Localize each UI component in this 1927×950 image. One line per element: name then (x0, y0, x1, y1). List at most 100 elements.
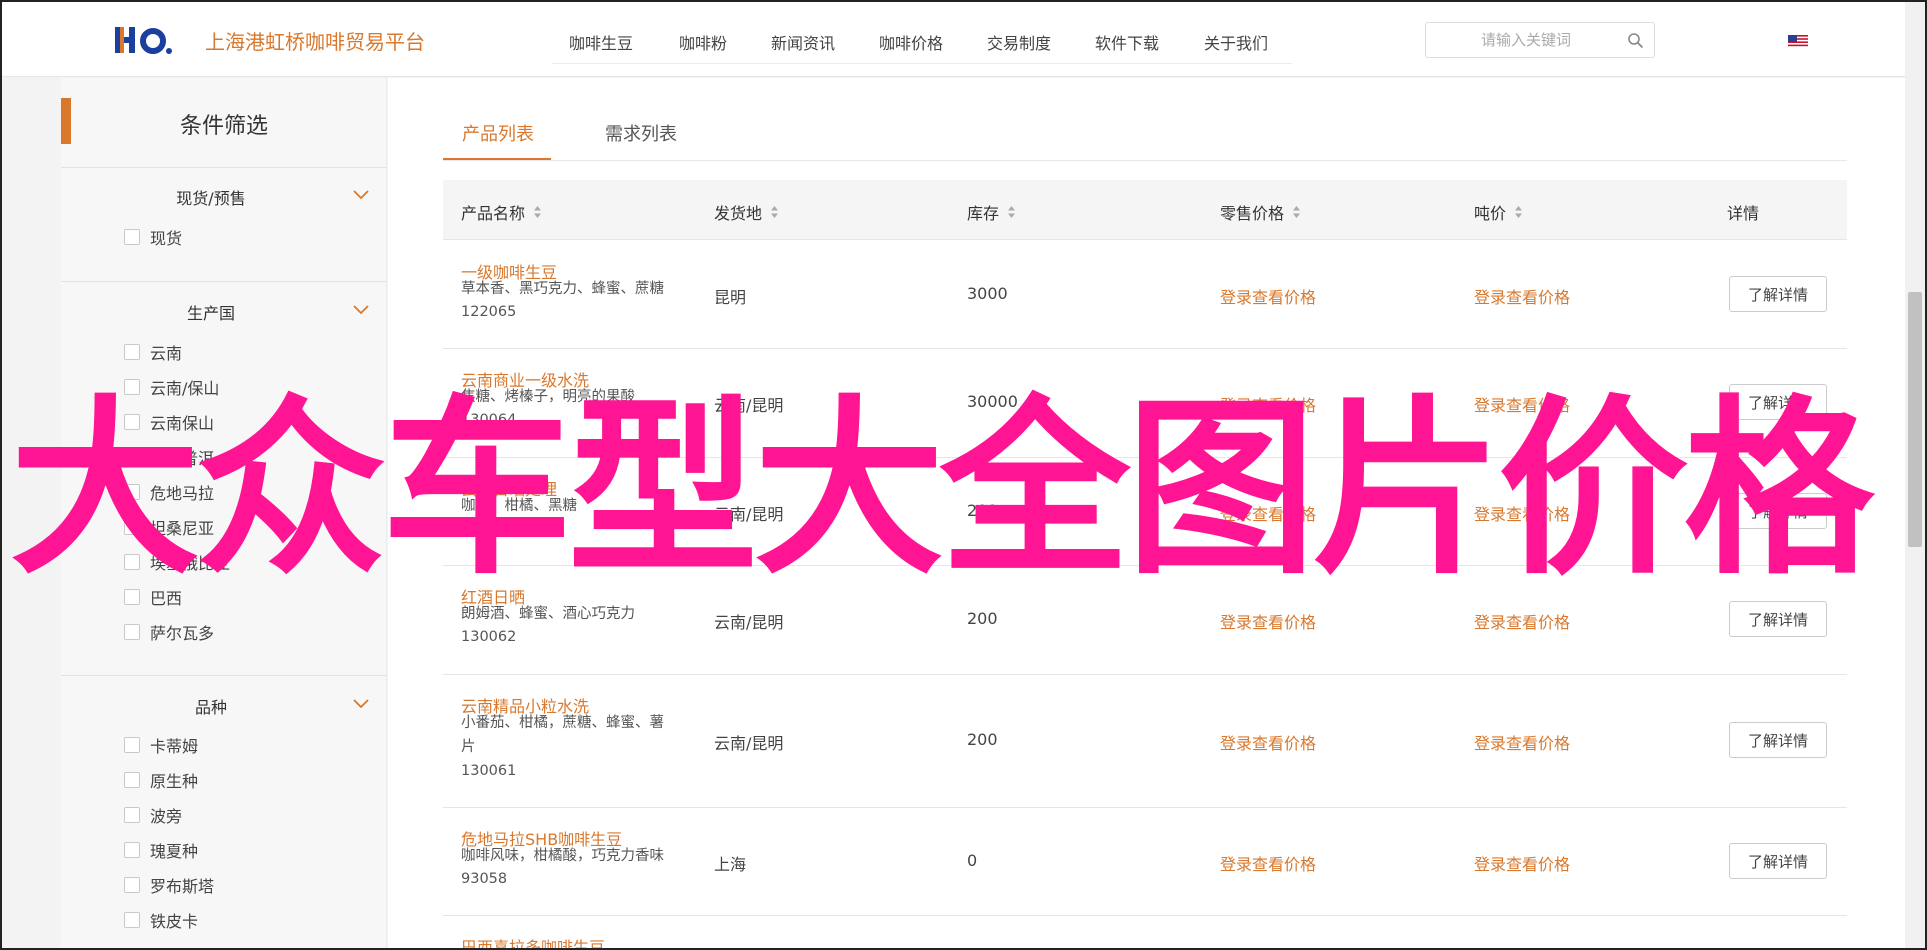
filter-item[interactable]: 萨尔瓦多 (124, 621, 214, 643)
filter-item[interactable]: 瑰夏种 (124, 839, 198, 861)
checkbox[interactable] (124, 807, 140, 823)
details-button[interactable]: 了解详情 (1729, 601, 1827, 637)
table-row: 危地马拉SHB咖啡生豆 咖啡风味，柑橘酸，巧克力香味 93058 上海 0 登录… (443, 808, 1847, 916)
nav-software-download[interactable]: 软件下载 (1095, 30, 1159, 54)
filter-label: 卡蒂姆 (150, 737, 199, 756)
table-header: 产品名称 发货地 库存 零售价格 吨价 详情 (443, 180, 1847, 240)
search-icon[interactable] (1627, 32, 1644, 49)
search-input[interactable] (1436, 29, 1616, 51)
checkbox[interactable] (124, 624, 140, 640)
nav-trade-rules[interactable]: 交易制度 (987, 30, 1051, 54)
tab-product-list[interactable]: 产品列表 (462, 120, 534, 146)
column-label: 发货地 (714, 204, 763, 223)
details-button[interactable]: 了解详情 (1729, 843, 1827, 879)
nav-green-beans[interactable]: 咖啡生豆 (569, 30, 633, 54)
retail-price-login-link[interactable]: 登录查看价格 (1220, 609, 1316, 633)
retail-price-login-link[interactable]: 登录查看价格 (1220, 851, 1316, 875)
stock-cell: 200 (967, 730, 998, 749)
details-button[interactable]: 了解详情 (1729, 276, 1827, 312)
watermark-text: 大众车型大全图片价格 (10, 379, 1874, 600)
checkbox[interactable] (124, 229, 140, 245)
tabs-divider (443, 160, 1847, 161)
filter-group-title-stock[interactable]: 现货/预售 (61, 185, 361, 209)
filter-item[interactable]: 卡蒂姆 (124, 734, 198, 756)
nav-coffee-price[interactable]: 咖啡价格 (879, 30, 943, 54)
nav-coffee-powder[interactable]: 咖啡粉 (679, 30, 727, 54)
chevron-down-icon[interactable] (352, 698, 370, 710)
origin-cell: 云南/昆明 (714, 613, 784, 632)
sidebar-divider (61, 167, 386, 168)
product-id: 93058 (461, 871, 508, 887)
column-label: 产品名称 (461, 204, 526, 223)
stock-cell: 200 (967, 609, 998, 628)
checkbox[interactable] (124, 877, 140, 893)
stock-cell: 3000 (967, 284, 1008, 303)
filter-label: 瑰夏种 (150, 842, 199, 861)
nav-news[interactable]: 新闻资讯 (771, 30, 835, 54)
product-id: 130061 (461, 763, 517, 779)
filter-label: 原生种 (150, 772, 199, 791)
product-description: 小番茄、柑橘，蔗糖、蜂蜜、薯片 (461, 715, 664, 755)
filter-label: 云南 (150, 344, 183, 363)
checkbox[interactable] (124, 842, 140, 858)
column-header-ton-price[interactable]: 吨价 (1474, 200, 1523, 224)
tab-demand-list[interactable]: 需求列表 (605, 120, 677, 146)
filter-item[interactable]: 罗布斯塔 (124, 874, 214, 896)
site-header: 上海港虹桥咖啡贸易平台 咖啡生豆 咖啡粉 新闻资讯 咖啡价格 交易制度 软件下载… (2, 2, 1905, 77)
ton-price-login-link[interactable]: 登录查看价格 (1474, 284, 1570, 308)
product-description: 朗姆酒、蜂蜜、酒心巧克力 (461, 606, 635, 622)
filter-item[interactable]: 现货 (124, 226, 182, 248)
us-flag-icon[interactable] (1788, 35, 1808, 48)
column-header-details: 详情 (1727, 204, 1760, 223)
filter-item[interactable]: 原生种 (124, 769, 198, 791)
sort-icon[interactable] (1514, 205, 1523, 219)
sidebar-divider (61, 675, 386, 676)
ton-price-login-link[interactable]: 登录查看价格 (1474, 851, 1570, 875)
details-button[interactable]: 了解详情 (1729, 722, 1827, 758)
chevron-down-icon[interactable] (352, 304, 370, 316)
checkbox[interactable] (124, 912, 140, 928)
chevron-down-icon[interactable] (352, 189, 370, 201)
table-row: 一级咖啡生豆 草本香、黑巧克力、蜂蜜、蔗糖 122065 昆明 3000 登录查… (443, 241, 1847, 349)
sort-icon[interactable] (533, 205, 542, 219)
retail-price-login-link[interactable]: 登录查看价格 (1220, 284, 1316, 308)
stock-cell: 0 (967, 851, 978, 870)
column-header-name[interactable]: 产品名称 (461, 200, 542, 224)
column-label: 库存 (967, 204, 1000, 223)
sidebar-title: 条件筛选 (179, 114, 268, 139)
filter-item[interactable]: 云南 (124, 341, 182, 363)
sort-icon[interactable] (770, 205, 779, 219)
column-header-stock[interactable]: 库存 (967, 200, 1016, 224)
filter-label: 波旁 (150, 807, 183, 826)
checkbox[interactable] (124, 737, 140, 753)
filter-label: 铁皮卡 (150, 912, 199, 931)
filter-group-title-country[interactable]: 生产国 (61, 300, 361, 324)
checkbox[interactable] (124, 344, 140, 360)
origin-cell: 上海 (714, 855, 747, 874)
column-header-retail-price[interactable]: 零售价格 (1220, 200, 1301, 224)
checkbox[interactable] (124, 772, 140, 788)
filter-label: 现货 (150, 229, 183, 248)
sort-icon[interactable] (1292, 205, 1301, 219)
column-label: 零售价格 (1220, 204, 1285, 223)
site-name[interactable]: 上海港虹桥咖啡贸易平台 (205, 26, 425, 55)
product-name-link[interactable]: 巴西喜拉多咖啡生豆 (461, 934, 605, 950)
nav-about-us[interactable]: 关于我们 (1204, 30, 1268, 54)
sidebar-divider (61, 281, 386, 282)
filter-label: 萨尔瓦多 (150, 624, 215, 643)
filter-item[interactable]: 波旁 (124, 804, 182, 826)
table-row: 云南精品小粒水洗 小番茄、柑橘，蔗糖、蜂蜜、薯片 130061 云南/昆明 20… (443, 675, 1847, 808)
column-label: 吨价 (1474, 204, 1507, 223)
site-logo[interactable] (115, 24, 175, 56)
filter-group-title-variety[interactable]: 品种 (61, 694, 361, 718)
ton-price-login-link[interactable]: 登录查看价格 (1474, 730, 1570, 754)
filter-item[interactable]: 铁皮卡 (124, 909, 198, 931)
origin-cell: 昆明 (714, 288, 747, 307)
sort-icon[interactable] (1007, 205, 1016, 219)
retail-price-login-link[interactable]: 登录查看价格 (1220, 730, 1316, 754)
search-box (1425, 22, 1655, 58)
ton-price-login-link[interactable]: 登录查看价格 (1474, 609, 1570, 633)
product-id: 122065 (461, 304, 517, 320)
column-header-origin[interactable]: 发货地 (714, 200, 779, 224)
origin-cell: 云南/昆明 (714, 734, 784, 753)
